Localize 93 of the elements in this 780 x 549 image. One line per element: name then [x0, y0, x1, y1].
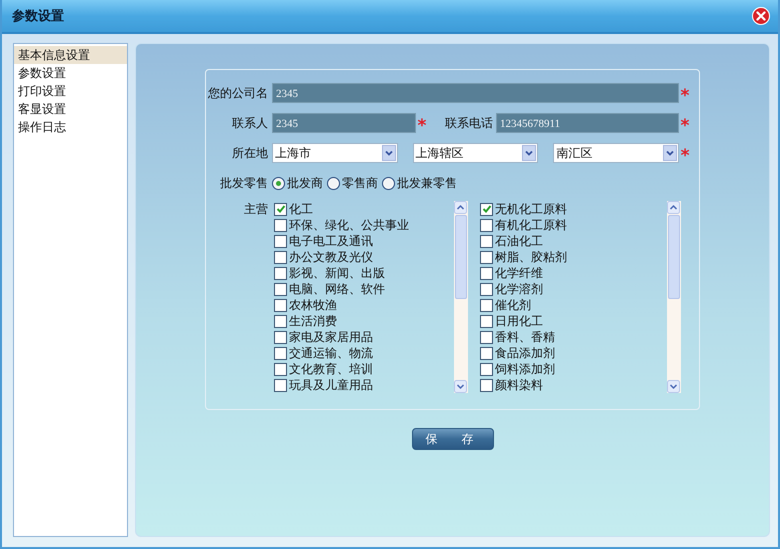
- sidebar-item[interactable]: 客显设置: [14, 100, 127, 118]
- caret-icon: [663, 145, 678, 161]
- required-mark: *: [416, 115, 428, 132]
- scroll-down-icon[interactable]: [667, 380, 680, 393]
- save-button[interactable]: 保 存: [412, 428, 494, 450]
- sidebar-item[interactable]: 操作日志: [14, 118, 127, 136]
- scroll-up-icon[interactable]: [454, 201, 467, 214]
- checkbox-label: 日用化工: [495, 312, 543, 330]
- checkbox[interactable]: [480, 266, 493, 280]
- checkbox[interactable]: [480, 330, 493, 344]
- sidebar-item[interactable]: 基本信息设置: [14, 46, 127, 64]
- checkbox-label: 化工: [289, 200, 313, 218]
- checkbox[interactable]: [480, 362, 493, 376]
- checkbox-label: 树脂、胶粘剂: [495, 248, 567, 266]
- checkbox[interactable]: [274, 298, 287, 312]
- scrollbar[interactable]: [454, 201, 468, 393]
- field-label: 联系人: [231, 114, 268, 132]
- checkbox-label: 玩具及儿童用品: [289, 376, 373, 394]
- scroll-up-icon[interactable]: [667, 201, 680, 214]
- checkbox[interactable]: [274, 250, 287, 264]
- checkbox[interactable]: [274, 346, 287, 360]
- checkbox[interactable]: [274, 378, 287, 392]
- option-label: 批发兼零售: [397, 174, 457, 192]
- radio-button[interactable]: [382, 176, 395, 190]
- checkbox-label: 香料、香精: [495, 328, 555, 346]
- checkbox[interactable]: [274, 282, 287, 296]
- required-mark: *: [680, 145, 690, 162]
- checkbox-label: 影视、新闻、出版: [289, 264, 385, 282]
- required-mark: *: [680, 85, 690, 102]
- checkbox-label: 电脑、网络、软件: [289, 280, 385, 298]
- checkbox[interactable]: [480, 202, 493, 216]
- checkbox[interactable]: [480, 346, 493, 360]
- checkbox-label: 农林牧渔: [289, 296, 337, 314]
- close-icon: [752, 7, 770, 25]
- field-label: 批发零售: [219, 174, 268, 192]
- dropdown[interactable]: 上海市: [272, 143, 398, 163]
- field-label: 所在地: [231, 144, 268, 162]
- radio-button[interactable]: [272, 176, 285, 190]
- radio-option[interactable]: 零售商: [327, 174, 378, 192]
- field-label: 您的公司名: [207, 84, 268, 102]
- option-label: 批发商: [287, 174, 323, 192]
- dropdown[interactable]: 南汇区: [553, 143, 680, 163]
- scroll-down-icon[interactable]: [454, 380, 467, 393]
- checkbox-label: 环保、绿化、公共事业: [289, 216, 409, 234]
- radio-option[interactable]: 批发兼零售: [382, 174, 457, 192]
- checkbox[interactable]: [274, 234, 287, 248]
- checkbox-label: 生活消费: [289, 312, 337, 330]
- required-mark: *: [680, 115, 690, 132]
- checkbox-label: 家电及家居用品: [289, 328, 373, 346]
- checkbox[interactable]: [274, 266, 287, 280]
- option-label: 零售商: [342, 174, 378, 192]
- checkbox[interactable]: [480, 282, 493, 296]
- checkbox[interactable]: [480, 298, 493, 312]
- checkbox[interactable]: [480, 218, 493, 232]
- checkbox-label: 饲料添加剂: [495, 360, 555, 378]
- dropdown[interactable]: 上海辖区: [412, 143, 538, 163]
- checkbox-label: 文化教育、培训: [289, 360, 373, 378]
- field-label: 联系电话: [445, 114, 493, 132]
- sidebar-item[interactable]: 参数设置: [14, 64, 127, 82]
- checkbox[interactable]: [480, 234, 493, 248]
- checkbox-label: 有机化工原料: [495, 216, 567, 234]
- checkbox-label: 颜料染料: [495, 376, 543, 394]
- checkbox-label: 无机化工原料: [495, 200, 567, 218]
- caret-icon: [522, 145, 536, 161]
- checkbox-label: 电子电工及通讯: [289, 232, 373, 250]
- input-field[interactable]: 12345678911: [496, 113, 679, 133]
- checkbox[interactable]: [274, 362, 287, 376]
- scroll-thumb[interactable]: [455, 215, 467, 299]
- checkbox[interactable]: [480, 250, 493, 264]
- checkbox[interactable]: [274, 314, 287, 328]
- input-field[interactable]: 2345: [272, 113, 416, 133]
- checkbox-label: 石油化工: [495, 232, 543, 250]
- checkbox[interactable]: [274, 202, 287, 216]
- checkbox-label: 化学纤维: [495, 264, 543, 282]
- checkbox[interactable]: [274, 330, 287, 344]
- checkbox-label: 食品添加剂: [495, 344, 555, 362]
- checkbox-label: 催化剂: [495, 296, 531, 314]
- checkbox[interactable]: [274, 218, 287, 232]
- radio-button[interactable]: [327, 176, 340, 190]
- checkbox[interactable]: [480, 314, 493, 328]
- checkbox[interactable]: [480, 378, 493, 392]
- close-button[interactable]: [752, 7, 770, 25]
- caret-icon: [382, 145, 396, 161]
- input-field[interactable]: 2345: [272, 83, 679, 103]
- sidebar-item[interactable]: 打印设置: [14, 82, 127, 100]
- checkbox-label: 办公文教及光仪: [289, 248, 373, 266]
- checkbox-label: 化学溶剂: [495, 280, 543, 298]
- radio-option[interactable]: 批发商: [272, 174, 323, 192]
- field-label: 主营: [243, 201, 268, 218]
- checkbox-label: 交通运输、物流: [289, 344, 373, 362]
- scroll-thumb[interactable]: [668, 215, 680, 299]
- window-title: 参数设置: [12, 8, 64, 25]
- scrollbar[interactable]: [667, 201, 681, 393]
